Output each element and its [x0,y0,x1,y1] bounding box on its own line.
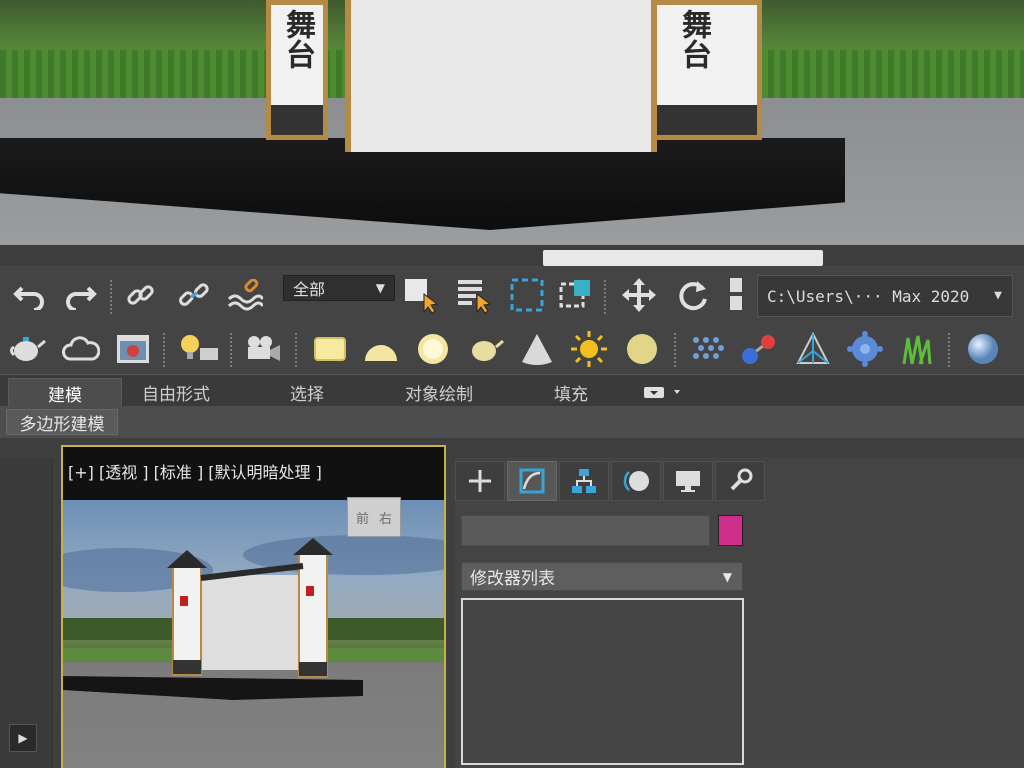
separator [295,333,297,369]
separator [948,333,950,369]
molecule-icon[interactable] [740,330,778,368]
modifier-stack[interactable] [461,598,744,765]
separator [674,333,676,369]
render-preview: 舞台 舞台 [0,0,1024,245]
teapot-icon[interactable] [8,330,46,368]
sphere-glow-icon[interactable] [414,330,452,368]
render-frame-icon[interactable] [114,330,152,368]
tab-freeform[interactable]: 自由形式 [128,378,224,406]
light-lister-icon[interactable] [178,330,220,368]
ribbon-options-icon[interactable] [640,378,686,406]
cone-icon[interactable] [518,330,556,368]
left-side-strip [0,458,53,768]
tab-object-paint[interactable]: 对象绘制 [392,378,486,406]
tab-modeling[interactable]: 建模 [8,378,122,407]
left-sign: 舞台 [280,9,315,69]
left-pillar: 舞台 [266,0,328,140]
workspace-field[interactable] [543,250,823,266]
rect-selection-region-icon[interactable] [508,276,546,314]
viewcube[interactable]: 前 右 [347,497,401,537]
undo-icon[interactable] [10,277,48,315]
hierarchy-tab-icon[interactable] [559,461,609,501]
plane-icon[interactable] [311,330,349,368]
project-path-dropdown[interactable]: C:\Users\··· Max 2020 ▼ [757,275,1013,317]
tab-populate[interactable]: 填充 [540,378,602,406]
teapot-outline-icon[interactable] [466,330,504,368]
camera-icon[interactable] [244,330,282,368]
cloud-icon[interactable] [62,330,100,368]
expand-arrow-icon[interactable]: ▶ [9,724,37,752]
menu-bar [0,245,1024,267]
selection-filter-dropdown[interactable]: 全部 ▼ [283,275,395,301]
separator [110,280,112,316]
move-icon[interactable] [620,276,658,314]
separator [604,280,606,316]
separator [230,333,232,369]
motion-tab-icon[interactable] [611,461,661,501]
link-icon[interactable] [122,277,160,315]
hemisphere-icon[interactable] [362,330,400,368]
ribbon-panel [0,406,1024,438]
tab-selection[interactable]: 选择 [272,378,342,406]
select-by-name-icon[interactable] [455,276,493,314]
pyramid-icon[interactable] [794,330,832,368]
utilities-tab-icon[interactable] [715,461,765,501]
viewcube-right-label: 右 [379,511,393,527]
bind-space-warp-icon[interactable] [226,277,264,315]
gear-blob-icon[interactable] [846,330,884,368]
stage-wall [345,0,657,152]
viewport-label[interactable]: [+] [透视 ] [标准 ] [默认明暗处理 ] [68,459,322,483]
scale-icon[interactable] [726,276,746,314]
redo-icon[interactable] [62,277,100,315]
polygon-modeling-button[interactable]: 多边形建模 [6,409,118,435]
project-path-value: C:\Users\··· Max 2020 [767,286,970,306]
modifier-list-dropdown[interactable]: 修改器列表 ▼ [461,562,743,591]
window-crossing-icon[interactable] [558,276,596,314]
modify-tab-icon[interactable] [507,461,557,501]
object-name-field[interactable] [461,515,710,546]
separator [163,333,165,369]
modifier-list-label: 修改器列表 [470,569,555,589]
display-tab-icon[interactable] [663,461,713,501]
rotate-icon[interactable] [674,276,712,314]
chevron-down-icon: ▼ [375,281,385,295]
selection-filter-value: 全部 [293,280,326,299]
select-object-icon[interactable] [402,276,440,314]
chevron-down-icon: ▼ [994,288,1002,303]
unlink-icon[interactable] [175,277,213,315]
right-sign: 舞台 [676,9,711,69]
grass-icon[interactable] [898,330,936,368]
object-color-swatch[interactable] [718,515,743,546]
viewcube-front-label: 前 [355,511,369,527]
disc-icon[interactable] [623,330,661,368]
right-pillar: 舞台 [652,0,762,140]
sphere-icon[interactable] [964,330,1002,368]
viewport-scene[interactable] [63,500,444,768]
chevron-down-icon: ▼ [722,570,732,584]
particle-icon[interactable] [688,330,726,368]
create-tab-icon[interactable] [455,461,505,501]
sun-icon[interactable] [570,330,608,368]
